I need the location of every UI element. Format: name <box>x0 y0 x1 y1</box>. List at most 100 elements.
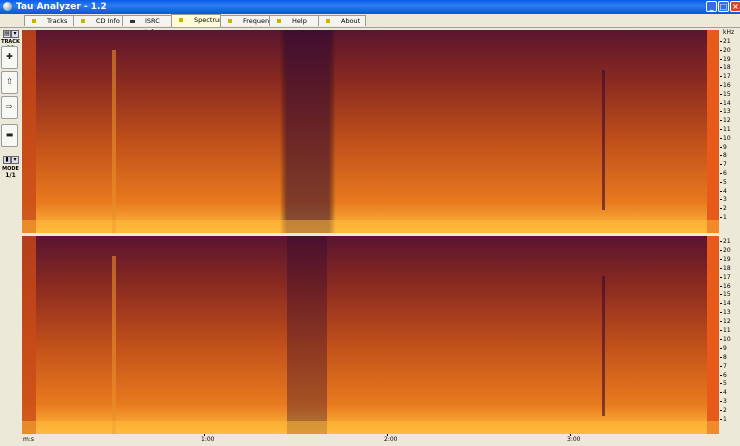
frequency-tick-label: 4 <box>723 389 727 397</box>
frequency-tick <box>720 129 722 130</box>
frequency-tick-label: 5 <box>723 178 727 186</box>
frequency-tick <box>720 267 722 269</box>
frequency-tick <box>720 338 722 340</box>
track-dropdown-icon[interactable]: ▾ <box>11 30 19 38</box>
tab-label: Help <box>292 17 307 25</box>
frequency-tick-label: 14 <box>723 300 731 308</box>
time-tick-label: 1:00 <box>201 436 215 443</box>
frequency-tick <box>720 241 722 242</box>
frequency-tick-label: 8 <box>723 353 727 361</box>
time-tick-label: 2:00 <box>384 436 398 443</box>
scroll-right-button[interactable]: ⇨ <box>1 96 18 119</box>
frequency-tick-label: 9 <box>723 344 727 352</box>
stop-button[interactable]: ▬ <box>1 124 18 147</box>
frequency-tick <box>720 330 722 331</box>
frequency-tick <box>720 217 722 218</box>
frequency-tick <box>720 58 722 60</box>
frequency-tick <box>720 67 722 69</box>
frequency-tick-label: 3 <box>723 196 727 204</box>
tab-icon <box>228 19 232 23</box>
frequency-tick <box>720 102 722 104</box>
frequency-unit-label: kHz <box>723 29 735 36</box>
frequency-tick <box>720 249 722 251</box>
frequency-tick-label: 16 <box>723 82 731 89</box>
frequency-tick-label: 4 <box>723 187 727 195</box>
frequency-tick-label: 20 <box>723 46 731 54</box>
frequency-tick <box>720 41 722 42</box>
frequency-tick-label: 9 <box>723 143 727 151</box>
frequency-tick-label: 12 <box>723 117 731 125</box>
frequency-tick-label: 6 <box>723 170 727 177</box>
frequency-tick-label: 19 <box>723 55 731 63</box>
frequency-tick <box>720 258 722 260</box>
frequency-tick <box>720 155 722 157</box>
frequency-tick-label: 1 <box>723 214 727 221</box>
frequency-tick-label: 18 <box>723 64 731 72</box>
frequency-tick <box>720 285 722 287</box>
frequency-tick-label: 1 <box>723 416 727 423</box>
frequency-tick-label: 13 <box>723 309 731 317</box>
tab-icon <box>277 19 281 23</box>
track-prev-icon[interactable]: ▤ <box>3 30 11 38</box>
scroll-up-button[interactable]: ⇧ <box>1 71 18 94</box>
tab-label: About <box>341 17 361 25</box>
maximize-button[interactable]: □ <box>718 1 729 12</box>
frequency-tick-label: 8 <box>723 152 727 160</box>
spectrogram-channel-2[interactable] <box>22 236 719 434</box>
frequency-tick <box>720 374 722 376</box>
frequency-tick-label: 18 <box>723 264 731 272</box>
tab-about[interactable]: About <box>318 15 366 26</box>
frequency-tick-label: 15 <box>723 291 731 299</box>
frequency-tick <box>720 208 722 210</box>
tab-icon <box>32 19 36 23</box>
frequency-tick <box>720 347 722 349</box>
tab-label: Tracks <box>47 17 68 25</box>
frequency-tick-label: 14 <box>723 99 731 107</box>
frequency-tick <box>720 111 722 113</box>
frequency-tick-label: 6 <box>723 371 727 379</box>
frequency-tick <box>720 93 722 95</box>
frequency-tick <box>720 76 722 78</box>
frequency-tick <box>720 120 722 122</box>
frequency-tick <box>720 85 722 86</box>
mode-icon[interactable]: ▮ <box>3 156 11 164</box>
frequency-tick-label: 10 <box>723 134 731 142</box>
tab-help[interactable]: Help <box>269 15 319 26</box>
spectrogram-image <box>22 236 719 434</box>
window-title: Tau Analyzer - 1.2 <box>16 2 107 12</box>
up-icon: ⇧ <box>6 77 13 86</box>
tab-frequency[interactable]: Frequency <box>220 15 277 26</box>
right-icon: ⇨ <box>6 102 13 111</box>
frequency-tick <box>720 392 722 394</box>
tab-cd-info[interactable]: CD Info <box>73 15 123 26</box>
tab-icon <box>130 20 135 23</box>
tab-isrc-info[interactable]: ISRC Info <box>122 15 172 36</box>
frequency-tick <box>720 419 722 420</box>
frequency-tick <box>720 276 722 278</box>
frequency-tick <box>720 199 722 201</box>
frequency-tick <box>720 410 722 412</box>
tab-tracks[interactable]: Tracks <box>24 15 74 26</box>
close-button[interactable]: × <box>730 1 740 12</box>
tab-icon <box>81 19 85 23</box>
mode-dropdown-icon[interactable]: ▾ <box>11 156 19 164</box>
spectrogram-image <box>22 30 719 233</box>
frequency-tick-label: 11 <box>723 327 731 334</box>
frequency-tick <box>720 146 722 148</box>
spectrogram-channel-1[interactable] <box>22 30 719 233</box>
frequency-tick-label: 16 <box>723 282 731 290</box>
frequency-tick-label: 21 <box>723 38 731 45</box>
frequency-tick <box>720 356 722 358</box>
frequency-tick-label: 17 <box>723 73 731 81</box>
frequency-tick-label: 3 <box>723 398 727 406</box>
plus-icon: ✚ <box>6 52 13 61</box>
frequency-tick-label: 11 <box>723 126 731 133</box>
frequency-tick <box>720 321 722 323</box>
tab-bar: Tracks CD Info ISRC Info Spectrum Freque… <box>0 14 740 36</box>
zoom-in-button[interactable]: ✚ <box>1 46 18 69</box>
mode-value: 1/1 <box>5 172 16 179</box>
left-panel: ▤ ▾ TRACK 01 ✚ ⇧ ⇨ ▬ ▮ ▾ MODE 1/1 <box>0 28 21 446</box>
tab-spectrum[interactable]: Spectrum <box>171 14 226 27</box>
frequency-tick <box>720 49 722 51</box>
minimize-button[interactable]: _ <box>706 1 717 12</box>
